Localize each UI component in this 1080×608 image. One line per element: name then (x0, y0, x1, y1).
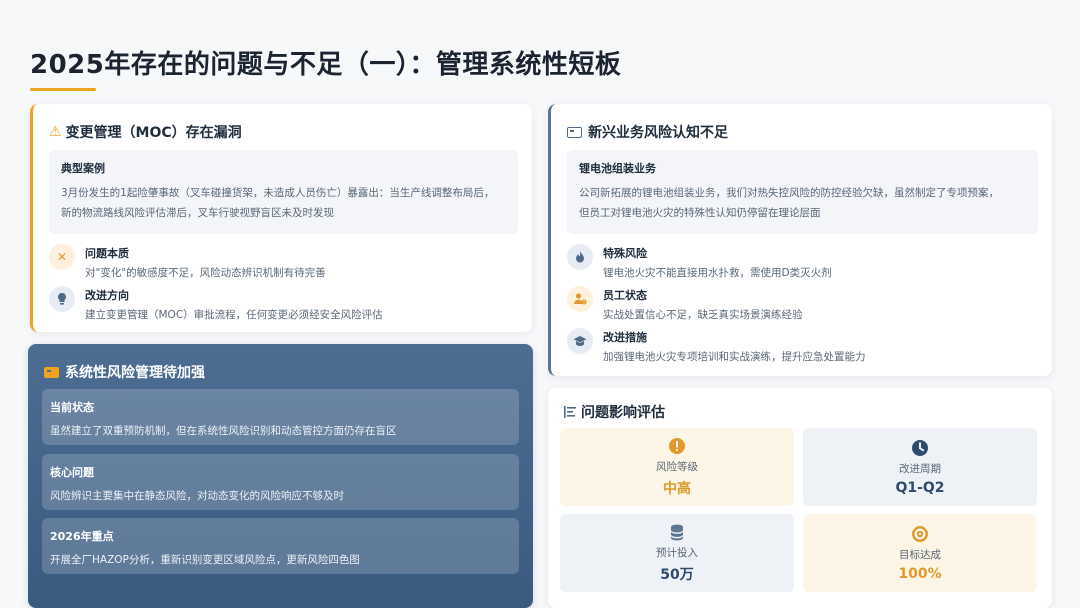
impact-evaluation-header: 问题影响评估 (564, 402, 665, 422)
staff-status-text: 实战处置信心不足，缺乏真实场景演练经验 (603, 309, 803, 321)
target-icon (911, 525, 929, 543)
moc-item-title: 问题本质 (85, 247, 129, 260)
core-issue-text: 风险辨识主要集中在静态风险，对动态变化的风险响应不够及时 (50, 490, 344, 502)
metric-label: 改进周期 (899, 462, 941, 475)
card-icon (44, 366, 59, 378)
core-issue-block: 核心问题 风险辨识主要集中在静态风险，对动态变化的风险响应不够及时 (42, 454, 519, 510)
battery-business-text-line2: 但员工对锂电池火灾的特殊性认知仍停留在理论层面 (579, 207, 821, 219)
impact-evaluation-title: 问题影响评估 (581, 405, 665, 421)
core-issue-label: 核心问题 (50, 466, 94, 479)
special-risk-item: 特殊风险 锂电池火灾不能直接用水扑救，需使用D类灭火剂 (567, 244, 1042, 280)
metric-risk-level: 风险等级 中高 (560, 428, 794, 506)
battery-business-label: 锂电池组装业务 (579, 162, 656, 175)
moc-card-header: ⚠ 变更管理（MOC）存在漏洞 (49, 122, 242, 142)
system-risk-card: 系统性风险管理待加强 当前状态 虽然建立了双重预防机制，但在系统性风险识别和动态… (28, 344, 533, 608)
list-icon (564, 406, 576, 418)
card-icon (567, 126, 582, 138)
staff-status-item: 员工状态 实战处置信心不足，缺乏真实场景演练经验 (567, 286, 1042, 322)
metric-value: Q1-Q2 (895, 479, 945, 496)
user-warning-icon (567, 286, 593, 312)
improvement-title: 改进措施 (603, 331, 647, 344)
metric-value: 50万 (660, 566, 694, 583)
graduation-cap-icon (567, 328, 593, 354)
current-status-block: 当前状态 虽然建立了双重预防机制，但在系统性风险识别和动态管控方面仍存在盲区 (42, 389, 519, 445)
new-business-card: 新兴业务风险认知不足 锂电池组装业务 公司新拓展的锂电池组装业务，我们对热失控风… (548, 104, 1052, 376)
exclamation-icon (668, 437, 686, 455)
improvement-item: 改进措施 加强锂电池火灾专项培训和实战演练，提升应急处置能力 (567, 328, 1042, 364)
coins-icon (668, 523, 686, 541)
metric-expected-investment: 预计投入 50万 (560, 514, 794, 592)
new-business-title: 新兴业务风险认知不足 (588, 125, 728, 141)
current-status-text: 虽然建立了双重预防机制，但在系统性风险识别和动态管控方面仍存在盲区 (50, 425, 397, 437)
focus-2026-label: 2026年重点 (50, 530, 114, 543)
metric-improvement-cycle: 改进周期 Q1-Q2 (803, 428, 1037, 506)
moc-case-block: 典型案例 3月份发生的1起险肇事故（叉车碰撞货架，未造成人员伤亡）暴露出：当生产… (49, 150, 518, 234)
clock-icon (911, 439, 929, 457)
battery-business-block: 锂电池组装业务 公司新拓展的锂电池组装业务，我们对热失控风险的防控经验欠缺，虽然… (567, 150, 1038, 234)
moc-case-label: 典型案例 (61, 162, 105, 175)
fire-icon (567, 244, 593, 270)
moc-item-nature: ✕ 问题本质 对"变化"的敏感度不足，风险动态辨识机制有待完善 (49, 244, 522, 280)
metric-value: 中高 (663, 480, 691, 497)
system-risk-title: 系统性风险管理待加强 (65, 365, 205, 381)
metric-target-achievement: 目标达成 100% (803, 514, 1037, 592)
moc-item-title: 改进方向 (85, 289, 129, 302)
metric-label: 风险等级 (656, 460, 698, 473)
page-title: 2025年存在的问题与不足（一）：管理系统性短板 (30, 50, 622, 80)
lightbulb-icon (49, 286, 75, 312)
moc-item-direction: 改进方向 建立变更管理（MOC）审批流程，任何变更必须经安全风险评估 (49, 286, 522, 322)
impact-evaluation-card: 问题影响评估 风险等级 中高 改进周期 Q1-Q2 预计投入 50万 目标达成 … (548, 388, 1052, 608)
special-risk-title: 特殊风险 (603, 247, 647, 260)
new-business-header: 新兴业务风险认知不足 (567, 122, 728, 142)
moc-card: ⚠ 变更管理（MOC）存在漏洞 典型案例 3月份发生的1起险肇事故（叉车碰撞货架… (30, 104, 532, 332)
cross-icon: ✕ (49, 244, 75, 270)
moc-case-text-line2: 新的物流路线风险评估滞后，叉车行驶视野盲区未及时发现 (61, 207, 334, 219)
focus-2026-text: 开展全厂HAZOP分析，重新识别变更区域风险点，更新风险四色图 (50, 554, 360, 566)
current-status-label: 当前状态 (50, 401, 94, 414)
focus-2026-block: 2026年重点 开展全厂HAZOP分析，重新识别变更区域风险点，更新风险四色图 (42, 518, 519, 574)
moc-item-text: 对"变化"的敏感度不足，风险动态辨识机制有待完善 (85, 267, 326, 279)
title-underline (30, 88, 96, 91)
moc-case-text-line1: 3月份发生的1起险肇事故（叉车碰撞货架，未造成人员伤亡）暴露出：当生产线调整布局… (61, 187, 495, 199)
warning-icon: ⚠ (49, 124, 62, 140)
moc-item-text: 建立变更管理（MOC）审批流程，任何变更必须经安全风险评估 (85, 309, 383, 321)
metric-label: 目标达成 (899, 548, 941, 561)
metric-label: 预计投入 (656, 546, 698, 559)
moc-card-title: 变更管理（MOC）存在漏洞 (65, 125, 242, 141)
system-risk-header: 系统性风险管理待加强 (44, 362, 205, 382)
improvement-text: 加强锂电池火灾专项培训和实战演练，提升应急处置能力 (603, 351, 866, 363)
special-risk-text: 锂电池火灾不能直接用水扑救，需使用D类灭火剂 (603, 267, 832, 279)
metric-value: 100% (898, 565, 942, 582)
battery-business-text-line1: 公司新拓展的锂电池组装业务，我们对热失控风险的防控经验欠缺，虽然制定了专项预案， (579, 187, 999, 199)
staff-status-title: 员工状态 (603, 289, 647, 302)
